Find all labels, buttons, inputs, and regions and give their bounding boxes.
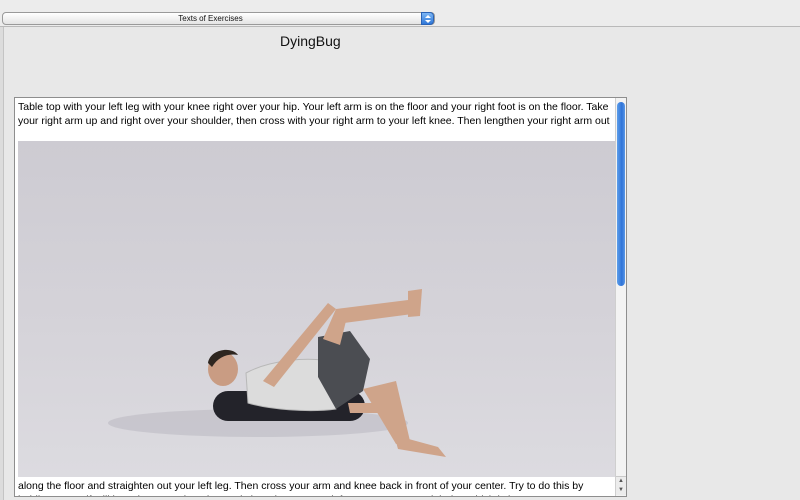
popup-selected-label: Texts of Exercises — [178, 14, 243, 23]
top-toolbar: Texts of Exercises — [0, 0, 800, 27]
scroll-down-arrow-icon[interactable]: ▼ — [616, 486, 626, 495]
scroll-thumb[interactable] — [617, 102, 625, 286]
scroll-up-arrow-icon[interactable]: ▲ — [616, 476, 626, 486]
window-left-edge — [0, 27, 4, 500]
vertical-scrollbar[interactable]: ▲ ▼ — [615, 98, 626, 496]
exercise-title: DyingBug — [280, 33, 341, 49]
exercise-text-scroll-view[interactable]: Table top with your left leg with your k… — [14, 97, 627, 497]
exercise-description-bottom: along the floor and straighten out your … — [18, 480, 584, 496]
up-down-arrows-icon[interactable] — [421, 12, 434, 25]
exercise-description-top: Table top with your left leg with your k… — [18, 101, 610, 127]
exercise-category-popup[interactable]: Texts of Exercises — [2, 12, 435, 25]
exercise-photo — [18, 141, 618, 477]
